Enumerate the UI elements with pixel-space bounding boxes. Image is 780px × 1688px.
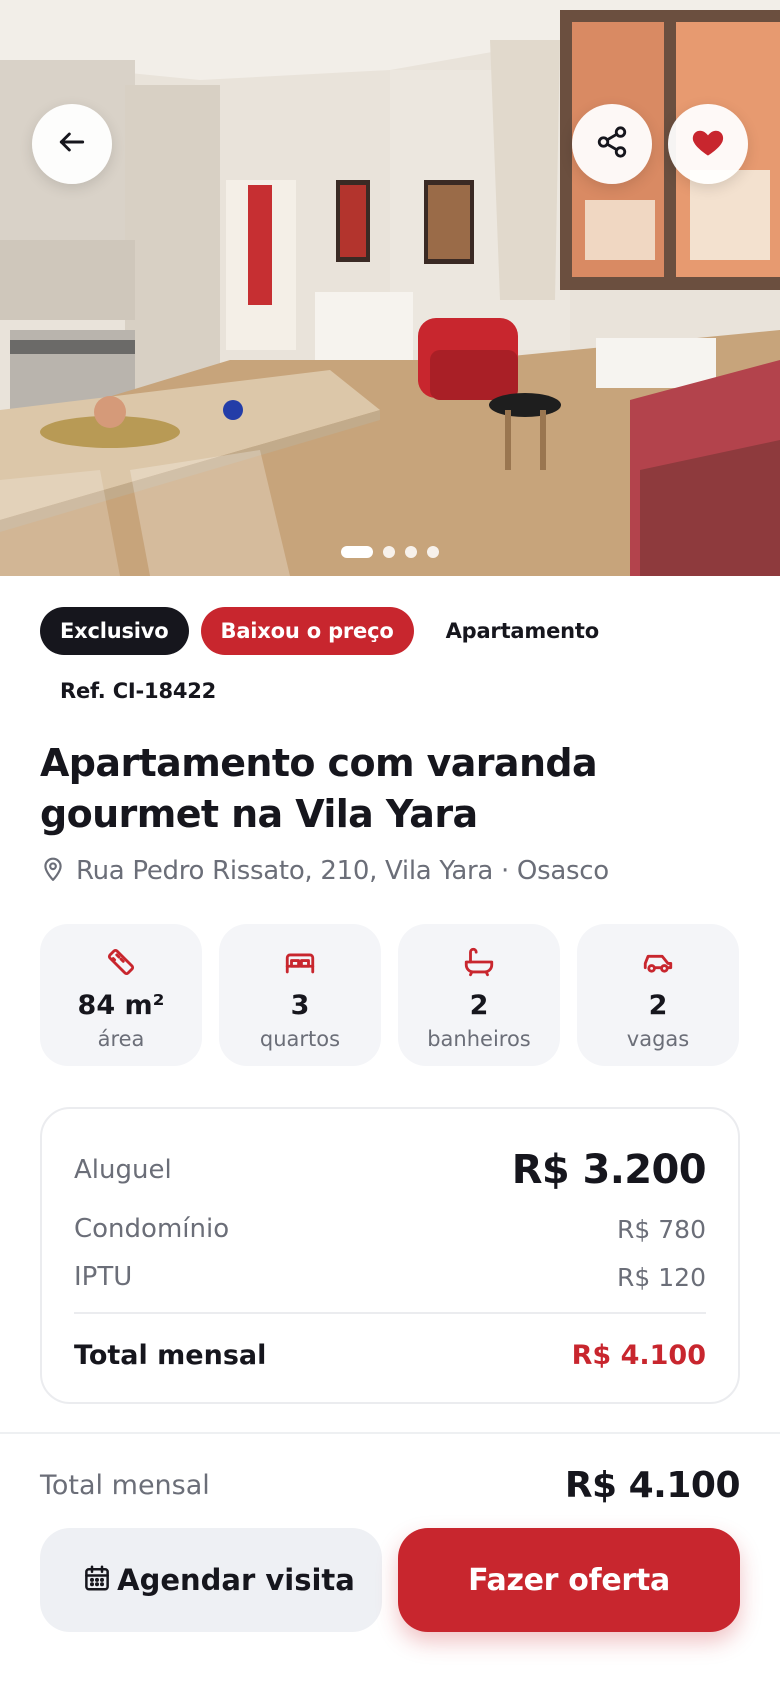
- pagination-dot[interactable]: [405, 546, 417, 558]
- map-pin-icon: [40, 856, 66, 886]
- feature-label: quartos: [259, 1027, 341, 1051]
- arrow-left-icon: [56, 126, 88, 162]
- feature-value: 2: [648, 990, 668, 1021]
- bed-icon: [282, 944, 318, 980]
- gallery-pagination: [0, 546, 780, 558]
- bottom-bar-divider: [0, 1432, 780, 1434]
- rent-value: R$ 3.200: [511, 1147, 707, 1193]
- listing-address: Rua Pedro Rissato, 210, Vila Yara · Osas…: [40, 853, 609, 889]
- feature-bathrooms: 2 banheiros: [398, 924, 560, 1066]
- listing-tags: Exclusivo Baixou o preço Apartamento Ref…: [40, 607, 740, 715]
- calendar-icon: [82, 1563, 112, 1597]
- schedule-visit-button[interactable]: Agendar visita: [40, 1528, 382, 1632]
- rent-label: Aluguel: [74, 1155, 172, 1185]
- favorite-button[interactable]: [668, 104, 748, 184]
- schedule-visit-label: Agendar visita: [117, 1563, 355, 1597]
- share-icon: [595, 125, 629, 163]
- feature-value: 3: [290, 990, 310, 1021]
- total-value: R$ 4.100: [571, 1339, 706, 1371]
- feature-area: 84 m² área: [40, 924, 202, 1066]
- feature-parking: 2 vagas: [577, 924, 739, 1066]
- feature-label: área: [97, 1027, 145, 1051]
- car-icon: [640, 944, 676, 980]
- listing-title: Apartamento com varanda gourmet na Vila …: [40, 741, 598, 836]
- ruler-icon: [104, 944, 138, 980]
- pagination-dot-active[interactable]: [341, 546, 373, 558]
- bottom-total-value: R$ 4.100: [564, 1464, 741, 1506]
- rent-row: Aluguel R$ 3.200: [74, 1145, 707, 1195]
- feature-label: vagas: [626, 1027, 690, 1051]
- property-features: 84 m² área 3 quartos 2 banheiros 2 vagas: [40, 924, 740, 1066]
- iptu-label: IPTU: [74, 1262, 133, 1292]
- heart-filled-icon: [690, 124, 726, 164]
- bathtub-icon: [461, 944, 497, 980]
- feature-value: 84 m²: [77, 990, 165, 1021]
- price-breakdown-card: Aluguel R$ 3.200 Condomínio R$ 780 IPTU …: [40, 1107, 740, 1404]
- condo-row: Condomínio R$ 780: [74, 1209, 706, 1249]
- tag-property-type: Apartamento: [445, 619, 600, 643]
- iptu-row: IPTU R$ 120: [74, 1257, 706, 1297]
- iptu-value: R$ 120: [617, 1262, 706, 1292]
- pagination-dot[interactable]: [427, 546, 439, 558]
- tag-reference: Ref. CI-18422: [60, 679, 217, 703]
- price-divider: [74, 1312, 706, 1314]
- back-button[interactable]: [32, 104, 112, 184]
- feature-value: 2: [469, 990, 489, 1021]
- condo-value: R$ 780: [617, 1214, 706, 1244]
- apartment-photo: [0, 0, 780, 576]
- condo-label: Condomínio: [74, 1214, 230, 1244]
- share-button[interactable]: [572, 104, 652, 184]
- address-text: Rua Pedro Rissato, 210, Vila Yara · Osas…: [76, 856, 609, 886]
- bottom-total-label: Total mensal: [40, 1469, 210, 1501]
- make-offer-button[interactable]: Fazer oferta: [398, 1528, 740, 1632]
- total-label: Total mensal: [74, 1339, 267, 1371]
- total-row: Total mensal R$ 4.100: [74, 1331, 706, 1379]
- bottom-bar-summary: Total mensal R$ 4.100: [40, 1460, 741, 1510]
- tag-price-drop: Baixou o preço: [200, 607, 414, 655]
- tag-exclusive: Exclusivo: [40, 607, 189, 655]
- feature-label: banheiros: [427, 1027, 531, 1051]
- feature-bedrooms: 3 quartos: [219, 924, 381, 1066]
- pagination-dot[interactable]: [383, 546, 395, 558]
- hero-gallery[interactable]: [0, 0, 780, 576]
- make-offer-label: Fazer oferta: [468, 1562, 670, 1598]
